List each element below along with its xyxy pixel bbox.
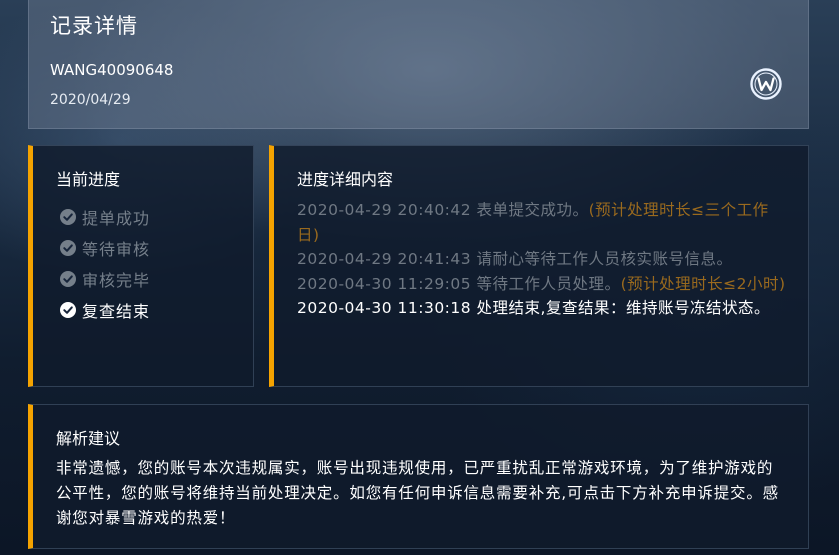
- log-entry: 2020-04-29 20:41:43 请耐心等待工作人员核实账号信息。: [297, 247, 787, 272]
- progress-step: 审核完毕: [60, 263, 150, 294]
- detail-card: 进度详细内容 2020-04-29 20:40:42 表单提交成功。(预计处理时…: [269, 145, 809, 387]
- log-entry-note: (预计处理时长≤2小时): [620, 274, 786, 293]
- log-entry-text: 2020-04-29 20:40:42 表单提交成功。: [297, 201, 589, 219]
- progress-step: 等待审核: [60, 232, 150, 263]
- progress-log: 2020-04-29 20:40:42 表单提交成功。(预计处理时长≤三个工作日…: [297, 198, 787, 321]
- check-circle-icon: [60, 301, 76, 318]
- log-entry-text: 2020-04-30 11:29:05 等待工作人员处理。: [297, 274, 621, 293]
- record-date: 2020/04/29: [50, 92, 131, 108]
- progress-title: 当前进度: [56, 170, 121, 189]
- log-entry: 2020-04-29 20:40:42 表单提交成功。(预计处理时长≤三个工作日…: [297, 198, 787, 247]
- progress-step: 提单成功: [60, 201, 150, 232]
- log-entry: 2020-04-30 11:29:05 等待工作人员处理。(预计处理时长≤2小时…: [297, 272, 787, 297]
- advice-title: 解析建议: [56, 429, 121, 448]
- w-logo-icon: [750, 68, 782, 100]
- progress-step-label: 提单成功: [82, 208, 151, 228]
- check-circle-icon: [60, 208, 76, 225]
- progress-step-label: 复查结束: [82, 301, 151, 321]
- progress-step-current: 复查结束: [60, 294, 150, 325]
- record-id: WANG40090648: [50, 61, 174, 79]
- check-circle-icon: [60, 239, 76, 256]
- record-header: 记录详情 WANG40090648 2020/04/29: [28, 0, 809, 129]
- progress-step-label: 等待审核: [82, 239, 151, 259]
- advice-text: 非常遗憾，您的账号本次违规属实，账号出现违规使用，已严重扰乱正常游戏环境，为了维…: [56, 459, 779, 527]
- log-entry-text: 2020-04-29 20:41:43 请耐心等待工作人员核实账号信息。: [297, 250, 733, 268]
- progress-step-label: 审核完毕: [82, 270, 151, 290]
- advice-card: 解析建议 非常遗憾，您的账号本次违规属实，账号出现违规使用，已严重扰乱正常游戏环…: [28, 404, 809, 549]
- detail-title: 进度详细内容: [297, 170, 394, 189]
- log-entry-text: 2020-04-30 11:30:18 处理结束,复查结果：维持账号冻结状态。: [297, 299, 770, 317]
- check-circle-icon: [60, 270, 76, 287]
- progress-card: 当前进度 提单成功 等待审核 审核完毕 复查结束: [28, 145, 254, 387]
- log-entry-latest: 2020-04-30 11:30:18 处理结束,复查结果：维持账号冻结状态。: [297, 296, 787, 321]
- page-title: 记录详情: [50, 14, 138, 38]
- progress-steps: 提单成功 等待审核 审核完毕 复查结束: [60, 201, 150, 325]
